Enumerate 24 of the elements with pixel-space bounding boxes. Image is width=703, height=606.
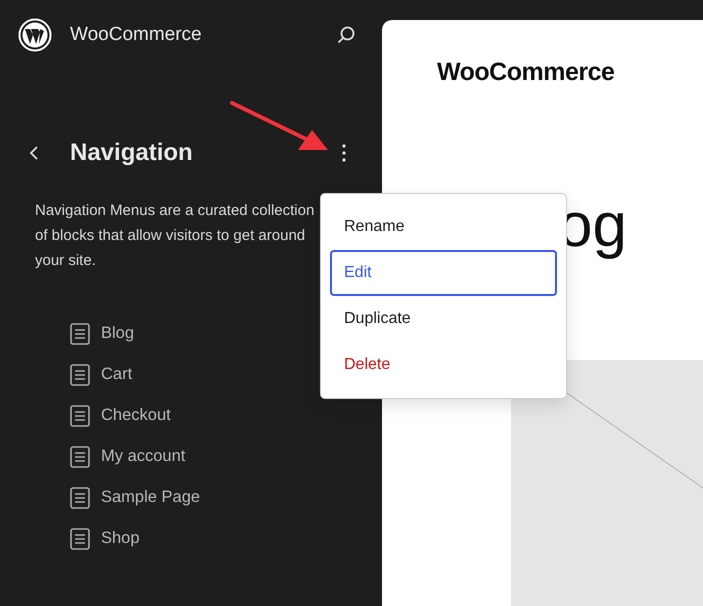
- page-item[interactable]: Shop: [70, 518, 140, 559]
- menu-item[interactable]: Delete: [330, 342, 557, 388]
- page-item[interactable]: Blog: [70, 313, 134, 354]
- page-icon: [70, 528, 90, 550]
- preview-site-title: WooCommerce: [437, 58, 614, 87]
- page-item[interactable]: Cart: [70, 354, 132, 395]
- page-icon: [70, 486, 90, 508]
- menu-item[interactable]: Rename: [330, 204, 557, 250]
- page-item[interactable]: My account: [70, 436, 186, 477]
- page-icon: [70, 404, 90, 426]
- panel-description: Navigation Menus are a curated collection of blocks that allow visitors to get around your site.: [35, 201, 316, 271]
- page-icon: [70, 322, 90, 344]
- panel-title: Navigation: [70, 139, 193, 167]
- wordpress-logo-icon[interactable]: [18, 18, 52, 52]
- page-item[interactable]: Sample Page: [70, 477, 200, 518]
- page-icon: [70, 364, 90, 386]
- menu-item[interactable]: Edit: [330, 250, 557, 296]
- page-item[interactable]: Checkout: [70, 395, 171, 436]
- page-icon: [70, 446, 90, 468]
- site-title: WooCommerce: [70, 24, 202, 46]
- search-icon[interactable]: [336, 25, 356, 45]
- menu-item[interactable]: Duplicate: [330, 296, 557, 342]
- back-icon[interactable]: [29, 145, 39, 161]
- more-options-icon[interactable]: [341, 143, 347, 163]
